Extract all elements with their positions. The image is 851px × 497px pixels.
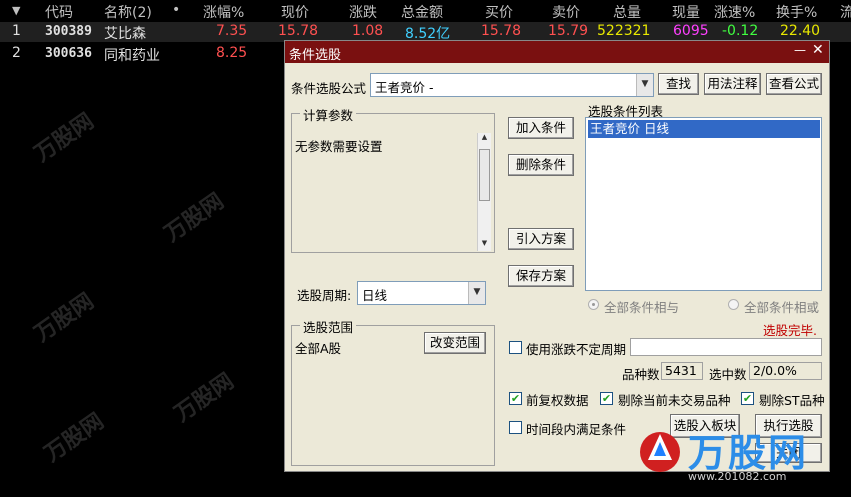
params-scrollbar[interactable]: ▲ ▼: [477, 133, 491, 251]
row-code: 300636: [45, 46, 92, 61]
view-formula-button[interactable]: 查看公式: [766, 73, 822, 95]
col-pct[interactable]: 涨幅%: [203, 2, 244, 22]
watermark-text: 万股网: [160, 188, 229, 248]
delete-condition-button[interactable]: 删除条件: [508, 154, 574, 176]
col-price[interactable]: 现价: [281, 2, 309, 22]
params-group-title: 计算参数: [300, 105, 357, 124]
col-name[interactable]: 名称(2): [104, 2, 152, 22]
range-group-title: 选股范围: [300, 317, 357, 336]
formula-label: 条件选股公式: [291, 81, 367, 96]
radio-or[interactable]: [728, 299, 739, 310]
uncertain-period-label: 使用涨跌不定周期: [526, 342, 627, 357]
col-amount[interactable]: 总金额: [401, 2, 443, 22]
usage-notes-button[interactable]: 用法注释: [704, 73, 761, 95]
col-dot: •: [172, 2, 181, 18]
count-label: 品种数: [622, 367, 660, 382]
add-condition-button[interactable]: 加入条件: [508, 117, 574, 139]
exclude-st-checkbox[interactable]: ✔: [741, 392, 754, 405]
dialog-title: 条件选股: [289, 48, 342, 63]
scroll-up-icon[interactable]: ▲: [478, 133, 491, 145]
col-code[interactable]: 代码: [45, 2, 73, 22]
import-plan-button[interactable]: 引入方案: [508, 228, 574, 250]
time-range-label: 时间段内满足条件: [526, 422, 627, 437]
logo-brand-text: 万股网: [688, 431, 809, 475]
status-text: 选股完毕.: [763, 323, 817, 338]
params-text: 无参数需要设置: [295, 139, 383, 154]
row-name: 艾比森: [104, 26, 146, 42]
radio-and[interactable]: [588, 299, 599, 310]
sort-arrow-icon[interactable]: ▼: [12, 4, 20, 17]
scroll-thumb[interactable]: [479, 149, 490, 201]
exclude-untraded-checkbox[interactable]: ✔: [600, 392, 613, 405]
uncertain-period-field[interactable]: [630, 338, 822, 356]
watermark-text: 万股网: [30, 108, 99, 168]
table-row[interactable]: 1 300389 艾比森 7.35 15.78 1.08 8.52亿 15.78…: [0, 22, 851, 42]
row-pct: 7.35: [216, 23, 248, 39]
count-value: 5431: [661, 362, 703, 380]
range-value: 全部A股: [295, 341, 342, 356]
radio-or-label: 全部条件相或: [744, 300, 820, 315]
formula-select[interactable]: 王者竞价 - ▼: [370, 73, 654, 97]
scroll-down-icon[interactable]: ▼: [478, 239, 491, 251]
period-select[interactable]: 日线 ▼: [357, 281, 486, 305]
period-label: 选股周期:: [297, 288, 352, 303]
find-button[interactable]: 查找: [658, 73, 699, 95]
selected-value: 2/0.0%: [749, 362, 822, 380]
params-group: 计算参数: [291, 105, 495, 253]
row-pct: 8.25: [216, 45, 248, 61]
forward-adjust-label: 前复权数据: [526, 393, 589, 408]
formula-value: 王者竞价 -: [375, 80, 434, 95]
stock-screener-dialog: 条件选股 — ✕ 条件选股公式 王者竞价 - ▼ 查找 用法注释 查看公式 计算…: [284, 40, 830, 472]
row-index: 2: [12, 45, 21, 61]
selected-label: 选中数: [709, 367, 747, 382]
watermark-text: 万股网: [170, 368, 239, 428]
row-bid: 15.78: [481, 23, 522, 39]
uncertain-period-checkbox[interactable]: [509, 341, 522, 354]
row-name: 同和药业: [104, 48, 160, 64]
brand-logo: 万股网 www.201082.com: [630, 420, 830, 490]
row-code: 300389: [45, 24, 92, 39]
col-bid[interactable]: 买价: [485, 2, 513, 22]
col-more[interactable]: 流: [840, 2, 851, 22]
watermark-text: 万股网: [40, 408, 109, 468]
close-icon[interactable]: ✕: [812, 42, 824, 58]
col-speed[interactable]: 涨速%: [714, 2, 755, 22]
time-range-checkbox[interactable]: [509, 421, 522, 434]
row-speed: -0.12: [722, 23, 759, 39]
list-item[interactable]: 王者竞价 日线: [588, 120, 820, 138]
col-turnover[interactable]: 换手%: [776, 2, 817, 22]
save-plan-button[interactable]: 保存方案: [508, 265, 574, 287]
exclude-untraded-label: 剔除当前未交易品种: [618, 393, 731, 408]
radio-and-label: 全部条件相与: [604, 300, 680, 315]
logo-url-text: www.201082.com: [688, 470, 787, 483]
forward-adjust-checkbox[interactable]: ✔: [509, 392, 522, 405]
watermark-text: 万股网: [30, 288, 99, 348]
row-change: 1.08: [352, 23, 384, 39]
row-ask: 15.79: [548, 23, 589, 39]
minimize-icon[interactable]: —: [794, 43, 806, 57]
col-volume[interactable]: 总量: [613, 2, 641, 22]
chevron-down-icon[interactable]: ▼: [636, 74, 653, 96]
change-range-button[interactable]: 改变范围: [424, 332, 486, 354]
col-change[interactable]: 涨跌: [349, 2, 377, 22]
condition-list[interactable]: 王者竞价 日线: [585, 117, 822, 291]
period-value: 日线: [362, 288, 388, 303]
exclude-st-label: 剔除ST品种: [759, 393, 825, 408]
row-price: 15.78: [278, 23, 319, 39]
row-volume: 522321: [597, 23, 651, 39]
row-index: 1: [12, 23, 21, 39]
dialog-titlebar[interactable]: 条件选股 — ✕: [285, 41, 829, 63]
row-turnover: 22.40: [780, 23, 821, 39]
row-current-volume: 6095: [673, 23, 709, 39]
quote-table-header: ▼ 代码 名称(2) • 涨幅% 现价 涨跌 总金额 买价 卖价 总量 现量 涨…: [0, 0, 851, 21]
chevron-down-icon[interactable]: ▼: [468, 282, 485, 304]
col-current-volume[interactable]: 现量: [672, 2, 700, 22]
col-ask[interactable]: 卖价: [552, 2, 580, 22]
